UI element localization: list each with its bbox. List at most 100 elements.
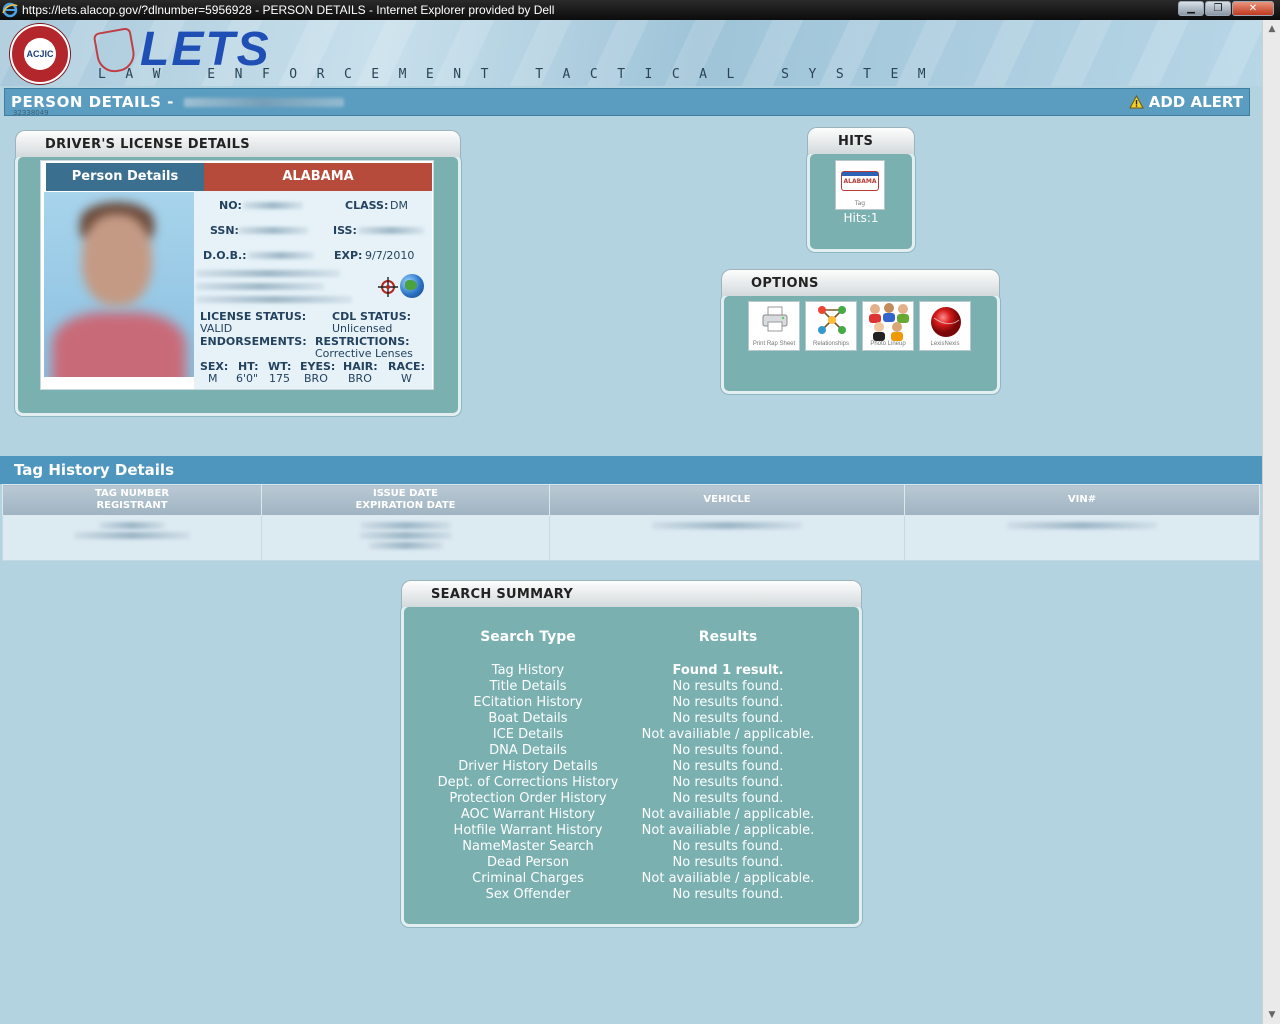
add-alert-button[interactable]: ADD ALERT (1128, 93, 1243, 111)
options-tab: OPTIONS (721, 269, 1000, 296)
person-details-bar: PERSON DETAILS - 32338049 ADD ALERT (4, 88, 1250, 117)
search-result-item: No results found. (672, 711, 784, 726)
print-rap-sheet-button[interactable]: Print Rap Sheet (748, 301, 800, 351)
search-type-item: Protection Order History (449, 791, 607, 806)
tab-person-details[interactable]: Person Details (46, 163, 204, 191)
lexisnexis-icon (931, 307, 961, 337)
search-type-item: Title Details (489, 679, 567, 694)
globe-icon[interactable] (400, 274, 424, 298)
photo-lineup-label: Photo Lineup (870, 341, 906, 347)
redacted-expiration-date (359, 532, 452, 539)
relationships-icon (818, 306, 846, 334)
ssn-label: SSN: (210, 224, 239, 237)
redacted-vin (1007, 522, 1157, 529)
race-value: W (401, 372, 412, 385)
dob-value (248, 252, 314, 259)
iss-value (358, 227, 424, 234)
license-no-value (243, 202, 303, 209)
search-type-item: Hotfile Warrant History (453, 823, 603, 838)
search-type-item: ECitation History (473, 695, 583, 710)
plate-text: ALABAMA (843, 178, 877, 185)
iss-label: ISS: (333, 224, 357, 237)
acjic-seal-logo: ACJIC (10, 24, 70, 84)
warning-icon (1128, 94, 1144, 109)
header-registrant: REGISTRANT (96, 500, 168, 511)
search-type-header: Search Type (480, 629, 576, 645)
tab-alabama[interactable]: ALABAMA (204, 163, 432, 191)
search-type-item: Dead Person (486, 855, 570, 870)
photo-lineup-icon (869, 303, 909, 341)
class-label: CLASS: (345, 199, 389, 212)
search-type-item: ICE Details (492, 727, 564, 742)
relationships-label: Relationships (812, 341, 850, 347)
options-title: OPTIONS (751, 276, 819, 291)
photo-lineup-button[interactable]: Photo Lineup (862, 301, 914, 351)
search-result-item: No results found. (672, 695, 784, 710)
search-type-item: DNA Details (489, 743, 567, 758)
lexisnexis-button[interactable]: LexisNexis (919, 301, 971, 351)
header-issue-date: ISSUE DATE (372, 488, 439, 499)
header-expiration-date: EXPIRATION DATE (355, 500, 456, 511)
table-row[interactable] (2, 515, 1260, 561)
column-header-vehicle[interactable]: VEHICLE (549, 484, 905, 516)
vehicle-cell (549, 515, 905, 561)
tag-history-table: TAG NUMBER REGISTRANT ISSUE DATE EXPIRAT… (2, 484, 1260, 561)
vertical-scrollbar[interactable]: ▲ ▼ (1262, 20, 1280, 1024)
scroll-down-icon[interactable]: ▼ (1264, 1007, 1280, 1023)
license-plate-icon: ALABAMA (841, 171, 879, 191)
close-button[interactable]: ✕ (1232, 1, 1274, 16)
license-status-value: VALID (200, 322, 233, 335)
internet-explorer-icon (2, 2, 18, 18)
search-type-item: Driver History Details (458, 759, 598, 774)
scroll-up-icon[interactable]: ▲ (1264, 21, 1280, 37)
add-alert-label: ADD ALERT (1148, 93, 1243, 111)
search-result-item: Found 1 result. (672, 663, 784, 678)
search-type-item: Boat Details (488, 711, 568, 726)
header-vehicle: VEHICLE (703, 494, 751, 505)
header-vin: VIN# (1067, 494, 1097, 505)
lexisnexis-label: LexisNexis (930, 341, 960, 347)
search-result-item: No results found. (672, 775, 784, 790)
search-result-item: Not availiable / applicable. (641, 727, 815, 742)
search-result-item: No results found. (672, 855, 784, 870)
exp-value: 9/7/2010 (365, 249, 415, 262)
redacted-name (183, 98, 344, 107)
search-result-item: No results found. (672, 839, 784, 854)
header-tag-number: TAG NUMBER (94, 488, 170, 499)
drivers-license-title: DRIVER'S LICENSE DETAILS (45, 137, 250, 152)
results-list: Found 1 result. No results found. No resul… (628, 663, 828, 903)
search-type-list: Tag History Title Details ECitation Histor… (428, 663, 628, 903)
relationships-button[interactable]: Relationships (805, 301, 857, 351)
results-header: Results (698, 629, 758, 645)
restrictions-value: Corrective Lenses (315, 347, 413, 360)
header-banner: ACJIC LETS LAW ENFORCEMENT TACTICAL SYST… (0, 20, 1262, 86)
drivers-license-tab: DRIVER'S LICENSE DETAILS (15, 130, 461, 157)
search-result-item: No results found. (672, 679, 784, 694)
column-header-dates[interactable]: ISSUE DATE EXPIRATION DATE (261, 484, 550, 516)
hair-value: BRO (348, 372, 372, 385)
redacted-registrant (74, 532, 190, 539)
search-result-item: No results found. (672, 743, 784, 758)
page-title: PERSON DETAILS - (11, 93, 344, 111)
address-line-1 (196, 270, 340, 277)
redacted-tag-number (99, 522, 165, 529)
column-header-tag-registrant[interactable]: TAG NUMBER REGISTRANT (2, 484, 262, 516)
search-result-item: No results found. (672, 791, 784, 806)
exp-label: EXP: (334, 249, 363, 262)
dates-cell (261, 515, 550, 561)
search-result-item: No results found. (672, 759, 784, 774)
lets-subtitle: LAW ENFORCEMENT TACTICAL SYSTEM (98, 67, 946, 82)
print-rap-sheet-label: Print Rap Sheet (752, 341, 796, 347)
minimize-button[interactable]: ▁ (1178, 1, 1204, 16)
sex-value: M (208, 372, 218, 385)
endorsements-label: ENDORSEMENTS: (200, 335, 307, 348)
search-summary-title: SEARCH SUMMARY (431, 587, 574, 602)
class-value: DM (390, 199, 408, 212)
search-result-item: Not availiable / applicable. (641, 823, 815, 838)
search-result-item: No results found. (672, 887, 784, 902)
crosshair-icon[interactable] (377, 276, 399, 298)
tag-hit-tile[interactable]: ALABAMA Tag (835, 160, 885, 210)
search-summary-tab: SEARCH SUMMARY (401, 580, 862, 607)
maximize-button[interactable]: ❐ (1205, 1, 1231, 16)
column-header-vin[interactable]: VIN# (904, 484, 1260, 516)
